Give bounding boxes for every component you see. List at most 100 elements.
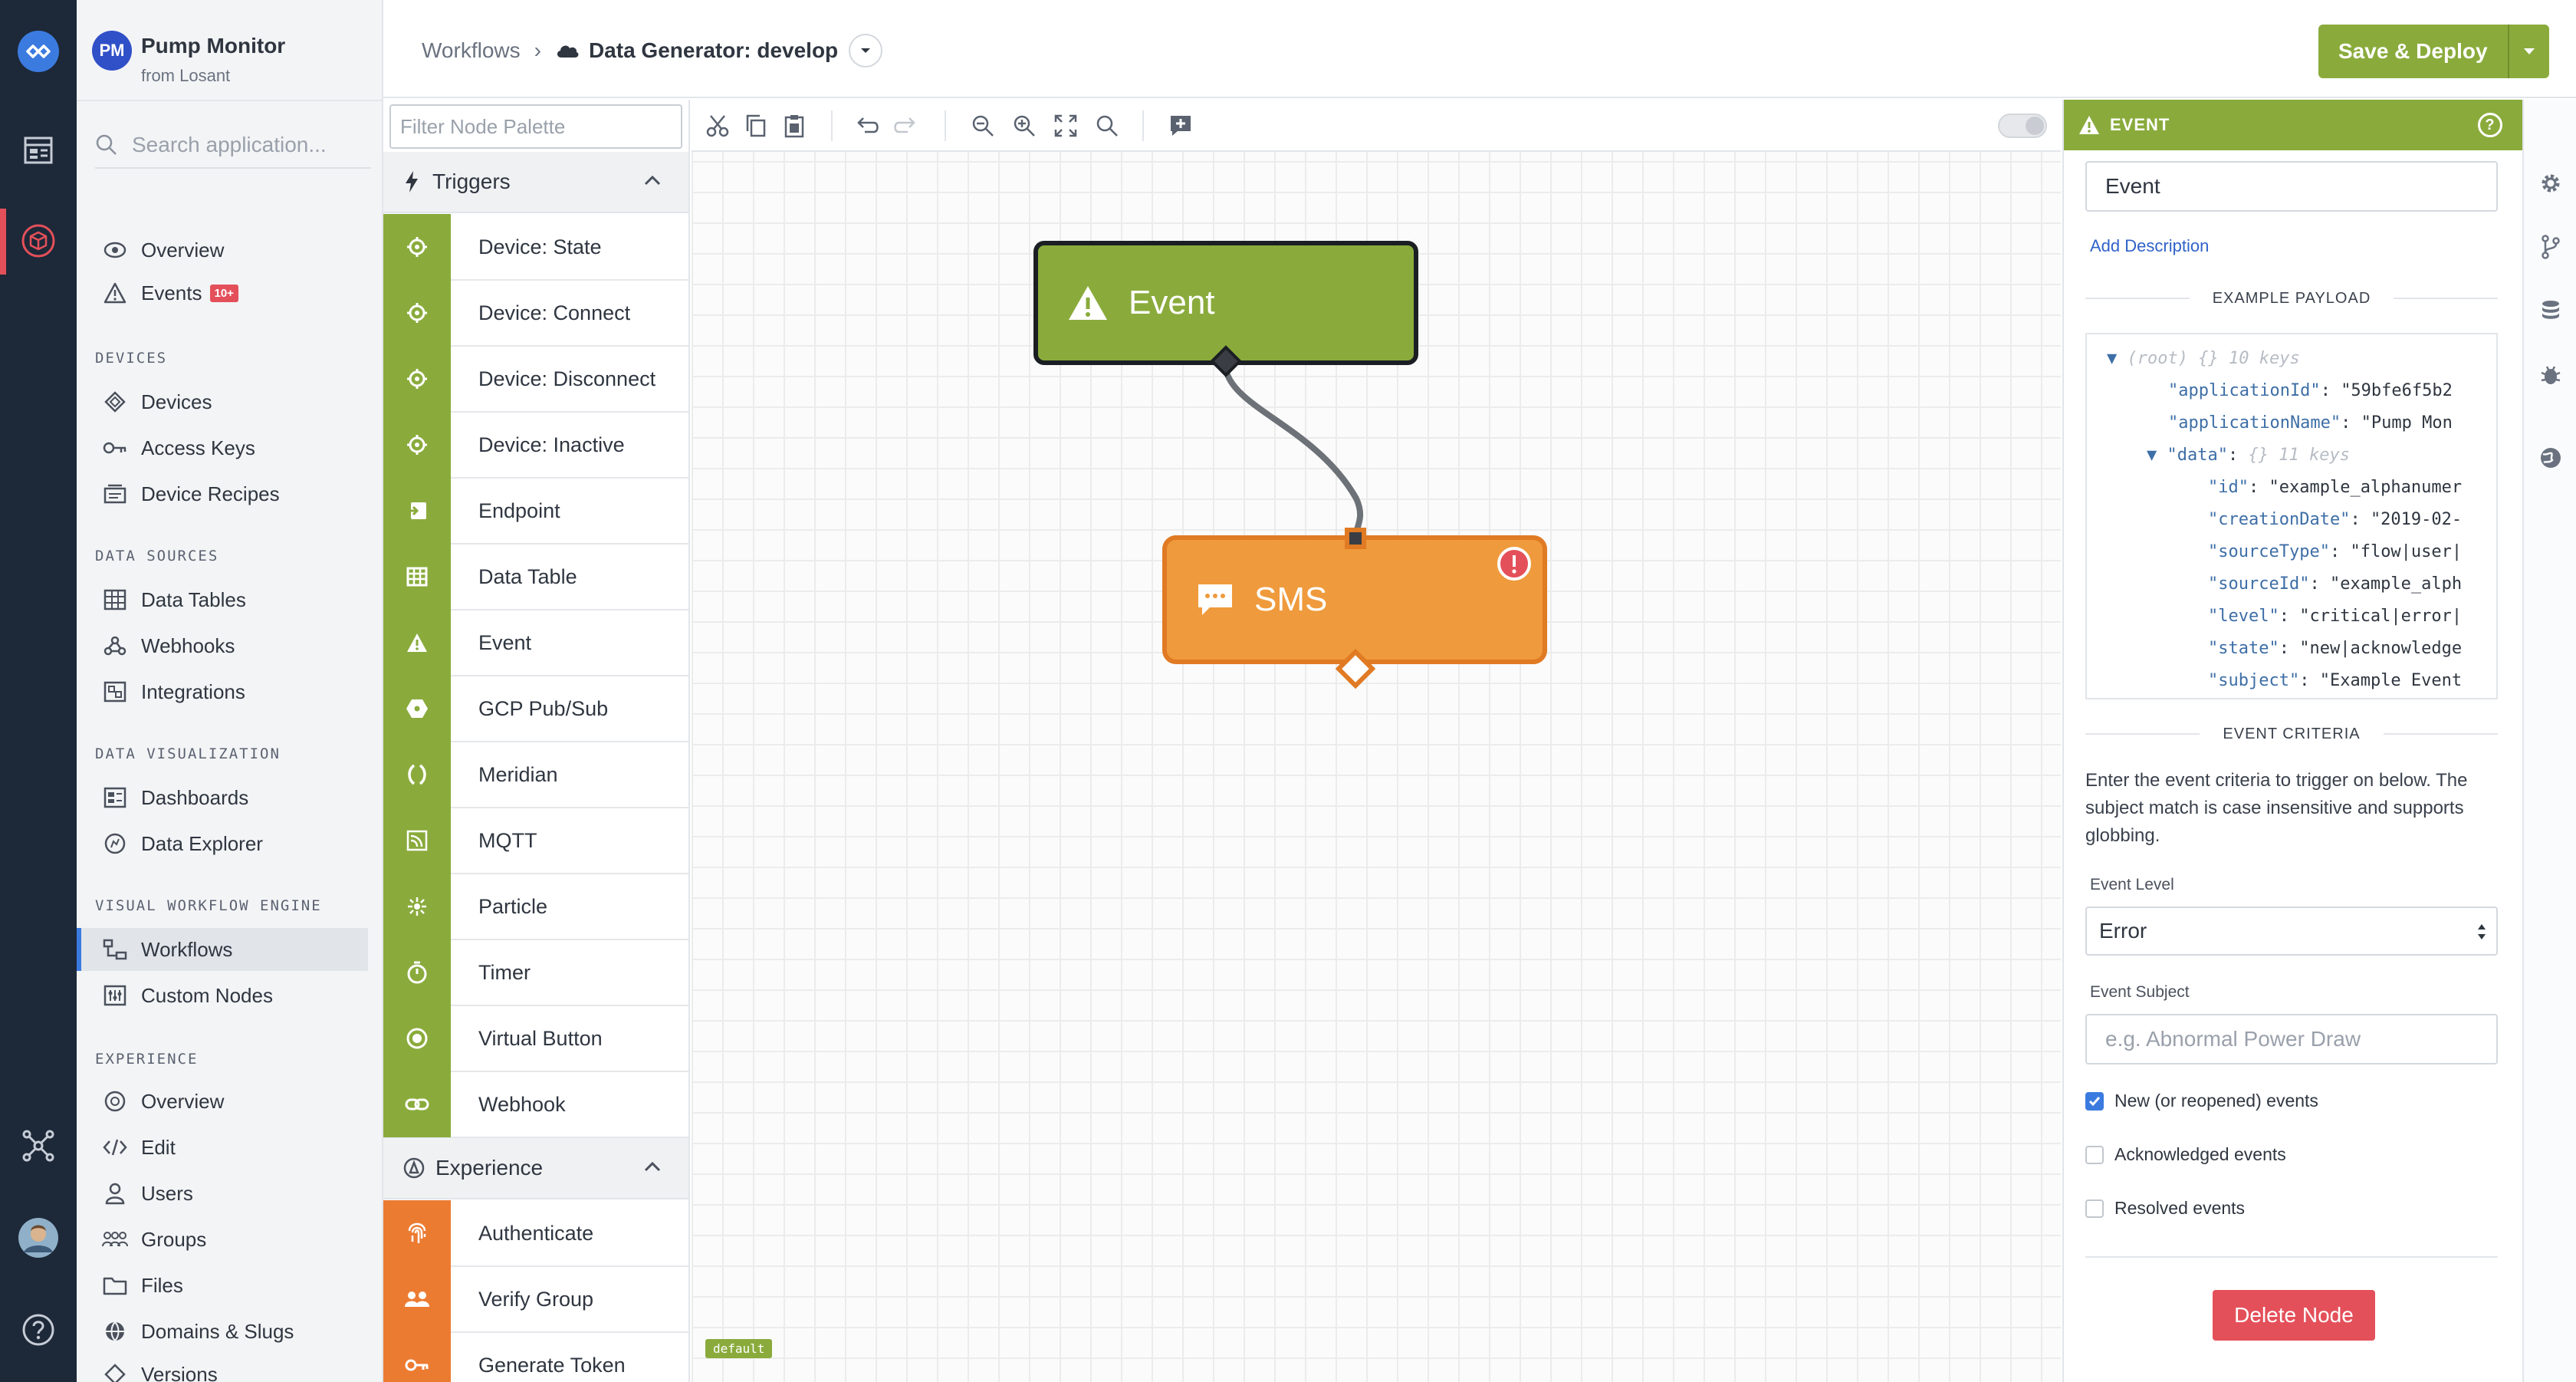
branch-icon[interactable] bbox=[2539, 235, 2562, 259]
palette-node-data-table[interactable]: Data Table bbox=[383, 544, 688, 610]
sidebar-item-devices[interactable]: Devices bbox=[77, 380, 368, 423]
workflow-version-dropdown[interactable] bbox=[849, 34, 883, 67]
application-search-input[interactable]: Search application... bbox=[95, 123, 371, 169]
sidebar-item-users[interactable]: Users bbox=[77, 1172, 368, 1215]
losant-logo-icon[interactable] bbox=[0, 21, 77, 81]
sidebar-item-experience-overview[interactable]: Overview bbox=[77, 1080, 368, 1123]
sidebar-item-device-recipes[interactable]: Device Recipes bbox=[77, 472, 368, 515]
sidebar-item-workflows[interactable]: Workflows bbox=[77, 928, 368, 971]
palette-node-particle[interactable]: Particle bbox=[383, 874, 688, 940]
breadcrumb-workflows-link[interactable]: Workflows bbox=[422, 38, 521, 63]
settings-icon[interactable] bbox=[2539, 172, 2562, 195]
palette-node-device-connect[interactable]: Device: Connect bbox=[383, 280, 688, 347]
lightning-icon bbox=[406, 171, 418, 192]
checkbox-checked[interactable] bbox=[2085, 1091, 2104, 1111]
example-payload-viewer[interactable]: ▼ (root) {} 10 keys "applicationId": "59… bbox=[2085, 333, 2498, 699]
checkbox-acknowledged-events[interactable]: Acknowledged events bbox=[2085, 1144, 2286, 1165]
node-name-input[interactable]: Event bbox=[2085, 161, 2498, 212]
checkbox-unchecked[interactable] bbox=[2085, 1145, 2104, 1164]
palette-node-verify-group[interactable]: Verify Group bbox=[383, 1266, 688, 1333]
palette-node-endpoint[interactable]: Endpoint bbox=[383, 478, 688, 545]
user-avatar[interactable] bbox=[0, 1210, 77, 1265]
delete-node-button[interactable]: Delete Node bbox=[2213, 1290, 2375, 1341]
sidebar-item-label: Devices bbox=[141, 390, 212, 413]
events-count-badge: 10+ bbox=[209, 284, 238, 302]
node-properties-panel: EVENT ? Event Add Description EXAMPLE PA… bbox=[2062, 100, 2522, 1382]
node-input-port[interactable] bbox=[1342, 525, 1369, 552]
save-deploy-button[interactable]: Save & Deploy bbox=[2318, 25, 2508, 78]
sidebar-item-data-tables[interactable]: Data Tables bbox=[77, 578, 368, 621]
palette-filter-input[interactable]: Filter Node Palette bbox=[389, 104, 682, 149]
sidebar-item-label: Webhooks bbox=[141, 633, 235, 657]
event-level-select[interactable]: Error bbox=[2085, 907, 2498, 956]
add-description-link[interactable]: Add Description bbox=[2090, 236, 2209, 256]
payload-section-title: EXAMPLE PAYLOAD bbox=[2212, 289, 2371, 307]
node-palette: Filter Node Palette Triggers Device: Sta… bbox=[383, 100, 690, 1382]
workflow-icon bbox=[100, 939, 130, 960]
virtual-button-icon bbox=[383, 1005, 451, 1071]
node-output-port[interactable] bbox=[1336, 649, 1375, 689]
network-icon[interactable] bbox=[0, 1118, 77, 1173]
sidebar-item-files[interactable]: Files bbox=[77, 1264, 368, 1307]
sidebar-item-label: Groups bbox=[141, 1227, 207, 1251]
sidebar-item-data-explorer[interactable]: Data Explorer bbox=[77, 822, 368, 865]
section-title-data-visualization: DATA VISUALIZATION bbox=[95, 745, 281, 762]
help-icon[interactable] bbox=[0, 1302, 77, 1357]
sidebar-item-domains-slugs[interactable]: Domains & Slugs bbox=[77, 1310, 368, 1353]
palette-node-authenticate[interactable]: Authenticate bbox=[383, 1200, 688, 1267]
palette-node-event[interactable]: Event bbox=[383, 610, 688, 676]
palette-node-gcp-pub-sub[interactable]: GCP Pub/Sub bbox=[383, 676, 688, 742]
dashboard-icon[interactable] bbox=[0, 123, 77, 178]
checkbox-unchecked[interactable] bbox=[2085, 1199, 2104, 1218]
palette-node-device-state[interactable]: Device: State bbox=[383, 214, 688, 281]
payload-row: "sourceType": "flow|user| bbox=[2208, 542, 2463, 561]
payload-data-row[interactable]: ▼ "data": {} 11 keys bbox=[2147, 440, 2350, 471]
sidebar-item-webhooks[interactable]: Webhooks bbox=[77, 624, 368, 667]
particle-icon bbox=[383, 874, 451, 939]
chevron-up-icon[interactable] bbox=[644, 175, 661, 186]
palette-node-device-inactive[interactable]: Device: Inactive bbox=[383, 412, 688, 479]
globe-icon[interactable] bbox=[2539, 446, 2562, 469]
section-divider: EXAMPLE PAYLOAD bbox=[2085, 287, 2498, 310]
application-header[interactable]: PM Pump Monitor from Losant bbox=[77, 0, 382, 101]
chat-bubble-icon bbox=[1198, 584, 1232, 615]
palette-node-label: Event bbox=[478, 630, 532, 654]
palette-node-device-disconnect[interactable]: Device: Disconnect bbox=[383, 346, 688, 413]
chevron-up-icon[interactable] bbox=[644, 1161, 661, 1172]
workflow-canvas[interactable]: Event SMS default bbox=[692, 100, 2061, 1382]
sidebar-item-dashboards[interactable]: Dashboards bbox=[77, 776, 368, 819]
palette-group-triggers[interactable]: Triggers bbox=[383, 152, 688, 213]
sidebar-item-versions[interactable]: Versions bbox=[77, 1353, 368, 1382]
sidebar-item-custom-nodes[interactable]: Custom Nodes bbox=[77, 974, 368, 1017]
sidebar-item-groups[interactable]: Groups bbox=[77, 1218, 368, 1261]
sidebar-item-edit[interactable]: Edit bbox=[77, 1126, 368, 1169]
deploy-options-dropdown[interactable] bbox=[2507, 25, 2549, 78]
palette-node-meridian[interactable]: Meridian bbox=[383, 742, 688, 808]
sidebar-item-overview[interactable]: Overview bbox=[77, 229, 368, 271]
warning-icon bbox=[2079, 116, 2099, 134]
palette-node-mqtt[interactable]: MQTT bbox=[383, 808, 688, 874]
payload-root-row[interactable]: ▼ (root) {} 10 keys bbox=[2107, 344, 2300, 374]
sidebar-item-integrations[interactable]: Integrations bbox=[77, 670, 368, 713]
palette-node-generate-token[interactable]: Generate Token bbox=[383, 1332, 688, 1382]
storage-icon[interactable] bbox=[2539, 299, 2562, 324]
checkbox-new-events[interactable]: New (or reopened) events bbox=[2085, 1091, 2318, 1111]
groups-icon bbox=[100, 1229, 130, 1249]
palette-group-experience[interactable]: Experience bbox=[383, 1138, 688, 1199]
payload-row: "subject": "Example Event bbox=[2208, 671, 2463, 690]
checkbox-resolved-events[interactable]: Resolved events bbox=[2085, 1198, 2245, 1219]
application-cube-icon[interactable] bbox=[0, 213, 77, 268]
sidebar-item-label: Overview bbox=[141, 238, 225, 262]
sidebar-item-access-keys[interactable]: Access Keys bbox=[77, 426, 368, 469]
event-subject-input[interactable]: e.g. Abnormal Power Draw bbox=[2085, 1014, 2498, 1064]
application-sidebar: PM Pump Monitor from Losant Search appli… bbox=[77, 0, 383, 1382]
help-icon[interactable]: ? bbox=[2478, 113, 2502, 137]
palette-node-webhook[interactable]: Webhook bbox=[383, 1071, 688, 1138]
debug-icon[interactable] bbox=[2539, 364, 2562, 387]
node-output-port[interactable] bbox=[1210, 345, 1242, 377]
payload-row: "applicationId": "59bfe6f5b2 bbox=[2168, 381, 2453, 400]
palette-node-timer[interactable]: Timer bbox=[383, 939, 688, 1006]
palette-node-virtual-button[interactable]: Virtual Button bbox=[383, 1005, 688, 1072]
sidebar-item-events[interactable]: Events 10+ bbox=[77, 271, 368, 314]
workflow-node-sms[interactable]: SMS bbox=[1162, 535, 1547, 664]
